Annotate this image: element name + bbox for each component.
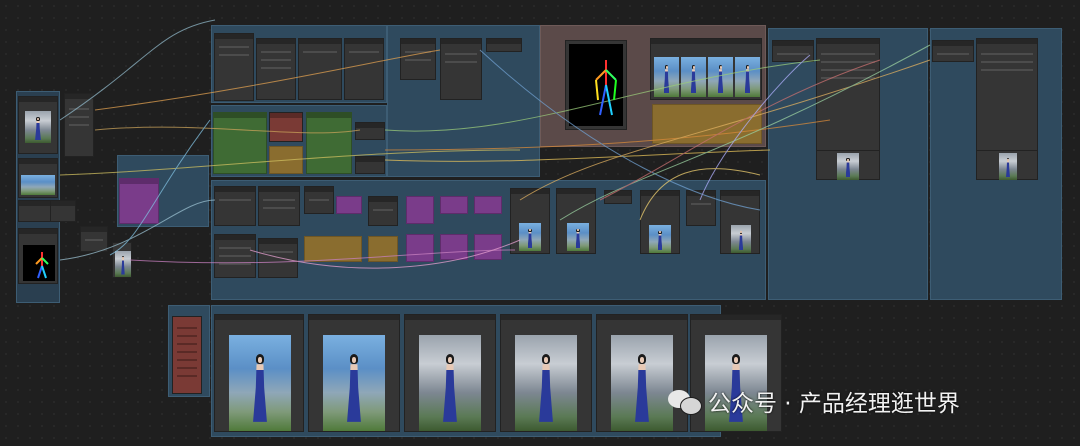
sampler-note-node[interactable]	[304, 236, 362, 262]
mask-node-6[interactable]	[440, 234, 468, 260]
output-frame-node-3[interactable]	[404, 314, 496, 432]
frame-strip-node[interactable]	[650, 38, 762, 100]
mask-node[interactable]	[119, 178, 159, 224]
segment-node[interactable]	[368, 196, 398, 226]
mask-node-3[interactable]	[440, 196, 468, 214]
upscale-preview-node[interactable]	[816, 150, 880, 180]
output-frame-3	[419, 335, 481, 431]
image-batch-node[interactable]	[686, 190, 716, 226]
watermark-text: 公众号 · 产品经理逛世界	[708, 391, 960, 417]
preview-thumb-d	[731, 225, 751, 253]
output-frame-4	[515, 335, 577, 431]
pose-skeleton-thumbnail	[23, 245, 55, 281]
node-graph-canvas[interactable]: 公众号 · 产品经理逛世界	[0, 0, 1080, 446]
upscale-sampler-node[interactable]	[816, 38, 880, 153]
note-node[interactable]	[269, 146, 303, 174]
sampler-settings-node[interactable]	[258, 186, 300, 226]
face-preview-thumb	[999, 153, 1017, 180]
upscale-preview-thumb	[837, 153, 859, 180]
clip-vision-node[interactable]	[486, 38, 522, 52]
vae-loader-node[interactable]	[344, 38, 384, 100]
apply-controlnet-node-2[interactable]	[355, 156, 385, 174]
load-image-node[interactable]	[18, 96, 58, 154]
frame-thumb-4	[735, 57, 760, 97]
face-detailer-node[interactable]	[976, 38, 1038, 153]
mask-node-5[interactable]	[406, 234, 434, 262]
preview-node-d[interactable]	[720, 190, 760, 254]
positive-prompt-node[interactable]	[213, 112, 267, 174]
sampler-note-node-2[interactable]	[368, 236, 398, 262]
latent-node[interactable]	[214, 186, 256, 226]
mask-apply-node[interactable]	[336, 196, 362, 214]
image-resize-node[interactable]	[64, 93, 94, 157]
mask-node-2[interactable]	[406, 196, 434, 224]
pose-skeleton-large	[569, 44, 623, 126]
reference-image-thumbnail	[25, 111, 51, 143]
animatediff-node[interactable]	[304, 186, 334, 214]
apply-controlnet-node[interactable]	[355, 122, 385, 140]
mask-node-7[interactable]	[474, 234, 502, 260]
frame-thumb-1	[654, 57, 679, 97]
output-frame-node-1[interactable]	[214, 314, 304, 432]
pose-note-node[interactable]	[652, 104, 762, 144]
background-image-thumbnail	[21, 175, 55, 195]
controlnet-loader-node[interactable]	[400, 38, 436, 80]
checkpoint-loader-node[interactable]	[214, 33, 254, 101]
upscale-model-node[interactable]	[772, 40, 814, 62]
vae-decode-node[interactable]	[258, 238, 298, 278]
output-frame-1	[229, 335, 291, 431]
ksampler-node[interactable]	[214, 234, 256, 278]
pose-image-node[interactable]	[18, 228, 58, 284]
preview-node-small[interactable]	[112, 242, 132, 278]
mask-node-4[interactable]	[474, 196, 502, 214]
output-frame-node-4[interactable]	[500, 314, 592, 432]
output-frame-node-2[interactable]	[308, 314, 400, 432]
clip-encode-node[interactable]	[298, 38, 342, 100]
face-detector-node[interactable]	[932, 40, 974, 62]
pose-preview-node[interactable]	[565, 40, 627, 130]
preview-node-a[interactable]	[510, 188, 550, 254]
frame-thumb-2	[681, 57, 706, 97]
ipadapter-node[interactable]	[440, 38, 482, 100]
preview-node-b[interactable]	[556, 188, 596, 254]
load-background-node[interactable]	[18, 158, 58, 198]
preview-thumb-c	[649, 225, 671, 253]
wechat-icon	[668, 388, 702, 415]
negative-prompt-node[interactable]	[269, 112, 303, 142]
face-preview-node[interactable]	[976, 150, 1038, 180]
preview-thumb-a	[519, 223, 541, 251]
reroute-node[interactable]	[50, 200, 76, 222]
frame-thumb-3	[708, 57, 733, 97]
reroute-node-2[interactable]	[604, 190, 632, 204]
lora-loader-node[interactable]	[256, 38, 296, 100]
preview-node-c[interactable]	[640, 190, 680, 254]
output-frame-5	[611, 335, 673, 431]
output-frame-2	[323, 335, 385, 431]
preprocessor-node[interactable]	[80, 226, 108, 252]
save-video-node[interactable]	[172, 316, 202, 394]
preview-thumb-b	[567, 223, 589, 251]
conditioning-node[interactable]	[306, 112, 352, 174]
watermark: 公众号 · 产品经理逛世界	[668, 386, 960, 417]
preview-thumbnail-small	[115, 251, 131, 277]
